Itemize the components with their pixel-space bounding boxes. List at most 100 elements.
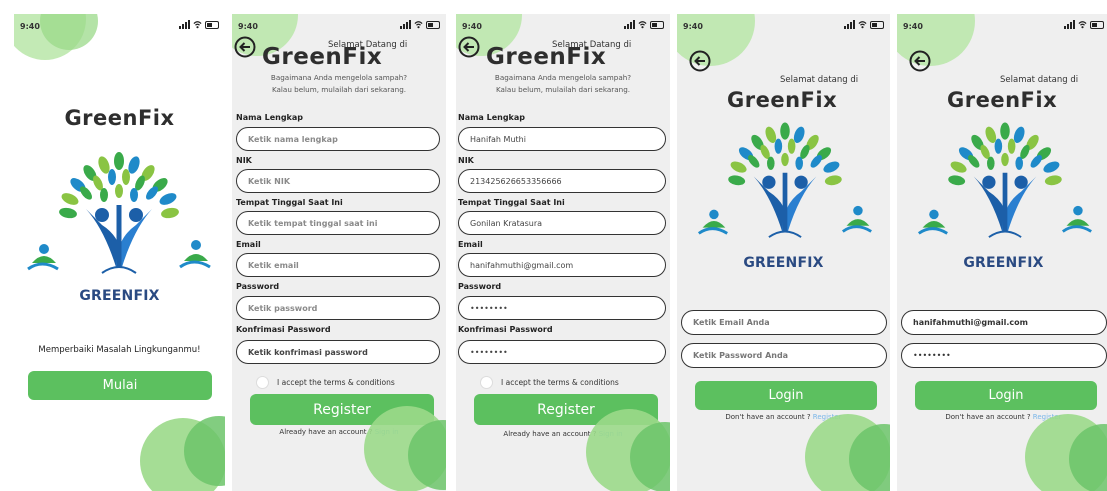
signin-link[interactable]: Sign in — [375, 428, 399, 436]
signal-icon — [1064, 20, 1075, 29]
status-icons — [844, 20, 884, 29]
signal-icon — [844, 20, 855, 29]
nik-input[interactable]: 213425626653356666 — [458, 169, 666, 193]
name-input[interactable]: Ketik nama lengkap — [236, 127, 440, 151]
register-button[interactable]: Register — [250, 394, 434, 425]
signin-row: Already have an account ? Sign in — [456, 430, 670, 438]
terms-row[interactable]: I accept the terms & conditions — [256, 376, 395, 389]
login-button[interactable]: Login — [695, 381, 877, 410]
email-input[interactable]: Ketik Email Anda — [681, 310, 887, 335]
terms-checkbox[interactable] — [256, 376, 269, 389]
signin-row: Already have an account ? Sign in — [232, 428, 446, 436]
email-input[interactable]: Ketik email — [236, 253, 440, 277]
address-input[interactable]: Ketik tempat tinggal saat ini — [236, 211, 440, 235]
register-link[interactable]: Register — [1033, 413, 1062, 421]
decor-circle — [140, 418, 225, 491]
password-input[interactable]: Ketik Password Anda — [681, 343, 887, 368]
start-button[interactable]: Mulai — [28, 371, 212, 400]
register-row: Don't have an account ? Register — [897, 413, 1107, 421]
logo-wordmark: GREENFIX — [743, 255, 824, 271]
status-time: 9:40 — [683, 22, 703, 31]
nik-input[interactable]: Ketik NIK — [236, 169, 440, 193]
battery-icon — [1090, 21, 1104, 29]
subtitle: Bagaimana Anda mengelola sampah? Kalau b… — [456, 72, 670, 96]
welcome-text: Selamat datang di — [780, 75, 859, 85]
back-arrow-icon[interactable] — [458, 36, 480, 58]
already-text: Already have an account ? — [503, 430, 597, 438]
password-input[interactable]: Ketik password — [236, 296, 440, 320]
register-row: Don't have an account ? Register — [677, 413, 890, 421]
status-time: 9:40 — [903, 22, 923, 31]
app-title: GreenFix — [486, 44, 607, 70]
terms-checkbox[interactable] — [480, 376, 493, 389]
label-nik: NIK — [236, 156, 252, 165]
signal-icon — [179, 20, 190, 29]
app-title: GreenFix — [727, 88, 838, 112]
battery-icon — [650, 21, 664, 29]
subtitle-line: Bagaimana Anda mengelola sampah? — [494, 73, 632, 82]
terms-text: I accept the terms & conditions — [277, 378, 395, 387]
register-screen-empty: 9:40 Selamat Datang di GreenFix Bagaiman… — [232, 14, 446, 491]
terms-row[interactable]: I accept the terms & conditions — [480, 376, 619, 389]
status-time: 9:40 — [20, 22, 40, 31]
people-trunk-icon — [86, 205, 152, 274]
splash-screen: 9:40 GreenFix GREENFIX Memperbaiki Masal… — [14, 14, 225, 491]
status-icons — [1064, 20, 1104, 29]
people-trunk-icon — [973, 172, 1037, 238]
no-account-text: Don't have an account ? — [725, 413, 811, 421]
email-input[interactable]: hanifahmuthi@gmail.com — [901, 310, 1107, 335]
greenfix-logo — [917, 122, 1092, 238]
back-arrow-icon[interactable] — [909, 50, 931, 72]
greenfix-logo — [27, 152, 211, 274]
name-input[interactable]: Hanifah Muthi — [458, 127, 666, 151]
app-title: GreenFix — [64, 106, 175, 130]
wifi-icon — [414, 21, 423, 29]
logo-wordmark: GREENFIX — [963, 255, 1044, 271]
label-confirm: Konfrimasi Password — [236, 325, 331, 334]
app-title: GreenFix — [947, 88, 1058, 112]
register-screen-filled: 9:40 Selamat Datang di GreenFix Bagaiman… — [456, 14, 670, 491]
decor-circle — [849, 424, 890, 491]
status-icons — [400, 20, 440, 29]
decor-circle — [1069, 424, 1107, 491]
register-button[interactable]: Register — [474, 394, 658, 425]
address-input[interactable]: Gonilan Kratasura — [458, 211, 666, 235]
label-address: Tempat Tinggal Saat Ini — [236, 198, 343, 207]
already-text: Already have an account ? — [279, 428, 373, 436]
people-trunk-icon — [753, 172, 817, 238]
confirm-password-input[interactable]: Ketik konfrimasi password — [236, 340, 440, 364]
label-confirm: Konfrimasi Password — [458, 325, 553, 334]
logo-wordmark: GREENFIX — [79, 288, 160, 304]
subtitle: Bagaimana Anda mengelola sampah? Kalau b… — [232, 72, 446, 96]
subtitle-line: Kalau belum, mulailah dari sekarang. — [495, 85, 631, 94]
signal-icon — [400, 20, 411, 29]
password-input[interactable]: •••••••• — [458, 296, 666, 320]
email-input[interactable]: hanifahmuthi@gmail.com — [458, 253, 666, 277]
login-screen-filled: 9:40 Selamat datang di GreenFix GREENFIX… — [897, 14, 1107, 491]
wifi-icon — [193, 21, 202, 29]
decor-circle — [1025, 414, 1107, 491]
tagline: Memperbaiki Masalah Lingkunganmu! — [38, 345, 201, 355]
back-arrow-icon[interactable] — [234, 36, 256, 58]
app-title: GreenFix — [262, 44, 383, 70]
confirm-password-input[interactable]: •••••••• — [458, 340, 666, 364]
decor-circle — [14, 14, 86, 60]
login-button[interactable]: Login — [915, 381, 1097, 410]
battery-icon — [870, 21, 884, 29]
password-input[interactable]: •••••••• — [901, 343, 1107, 368]
no-account-text: Don't have an account ? — [945, 413, 1031, 421]
label-email: Email — [458, 240, 483, 249]
decor-circle — [805, 414, 890, 491]
register-link[interactable]: Register — [813, 413, 842, 421]
subtitle-line: Bagaimana Anda mengelola sampah? — [270, 73, 408, 82]
label-password: Password — [236, 282, 280, 291]
signal-icon — [624, 20, 635, 29]
label-password: Password — [458, 282, 502, 291]
login-screen-empty: 9:40 Selamat datang di GreenFix GREENFIX… — [677, 14, 890, 491]
signin-link[interactable]: Sign in — [599, 430, 623, 438]
wifi-icon — [1078, 21, 1087, 29]
label-name: Nama Lengkap — [458, 113, 526, 122]
back-arrow-icon[interactable] — [689, 50, 711, 72]
wifi-icon — [858, 21, 867, 29]
decor-circle — [40, 14, 98, 50]
